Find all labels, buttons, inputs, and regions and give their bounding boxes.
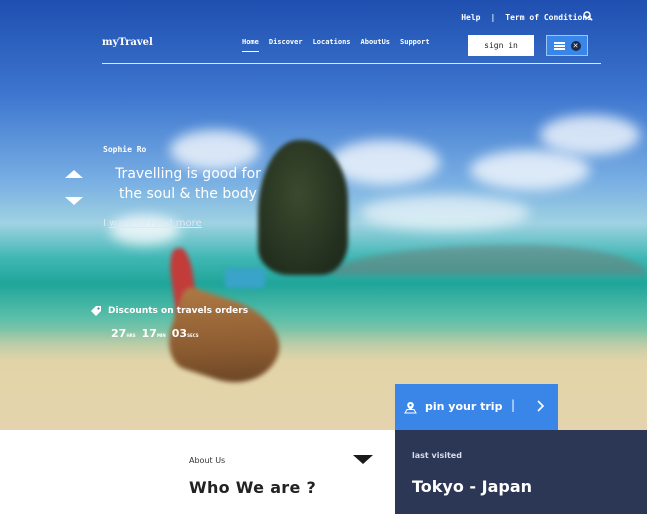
pin-trip-label: pin your trip [425, 400, 503, 413]
countdown-hours-unit: HRS [126, 333, 136, 338]
discount-banner[interactable]: Discounts on travels orders [90, 305, 248, 317]
distant-hills [330, 245, 647, 275]
tag-icon [91, 306, 101, 316]
close-icon: ✕ [570, 40, 581, 51]
last-visited-city: Tokyo - Japan [412, 477, 533, 496]
chevron-right-icon [537, 400, 545, 412]
countdown-minutes-unit: MIN [156, 333, 166, 338]
caret-down-icon[interactable] [353, 455, 373, 464]
nav-discover[interactable]: Discover [269, 38, 303, 46]
last-visited-label: last visited [412, 451, 462, 460]
read-more-link[interactable]: want to read more [109, 218, 202, 229]
top-divider: | [490, 13, 496, 22]
search-icon[interactable] [583, 11, 593, 21]
discount-label: Discounts on travels orders [108, 306, 249, 316]
logo[interactable]: myTravel [102, 37, 153, 48]
hero-headline: Travelling is good for the soul & the bo… [115, 166, 261, 202]
pin-trip-button[interactable]: pin your trip | [395, 384, 558, 430]
last-visited-panel[interactable]: last visited Tokyo - Japan [395, 430, 647, 514]
about-title: Who We are ? [189, 478, 317, 497]
countdown-hours: 27 [111, 327, 127, 340]
about-section: About Us Who We are ? [0, 430, 395, 514]
menu-button[interactable]: ✕ [546, 35, 588, 56]
main-nav: Home Discover Locations AboutUs Support [242, 38, 430, 52]
nav-home[interactable]: Home [242, 38, 259, 52]
countdown-timer: 27HRS 17MIN 03SECS [111, 322, 199, 341]
rock-island [258, 140, 348, 275]
navbar: myTravel Home Discover Locations AboutUs… [102, 32, 601, 64]
about-label: About Us [189, 456, 226, 465]
help-link[interactable]: Help [461, 13, 480, 22]
map-pin-icon [404, 402, 417, 414]
boat-roof [225, 268, 265, 288]
countdown-minutes: 17 [141, 327, 157, 340]
slide-down-arrow-icon[interactable] [65, 197, 83, 205]
nav-locations[interactable]: Locations [313, 38, 351, 46]
hamburger-icon [553, 41, 565, 50]
hero-banner [0, 0, 647, 430]
read-more: I want to read more [103, 218, 202, 229]
nav-about-us[interactable]: AboutUs [361, 38, 391, 46]
top-links: Help | Term of Conditions [461, 13, 592, 22]
countdown-seconds-unit: SECS [187, 333, 199, 338]
author-name: Sophie Ro [103, 145, 147, 154]
terms-link[interactable]: Term of Conditions [505, 13, 592, 22]
pin-separator: | [511, 398, 516, 412]
slide-up-arrow-icon[interactable] [65, 170, 83, 178]
countdown-seconds: 03 [171, 327, 188, 340]
nav-support[interactable]: Support [400, 38, 430, 46]
sign-in-button[interactable]: sign in [468, 35, 534, 56]
